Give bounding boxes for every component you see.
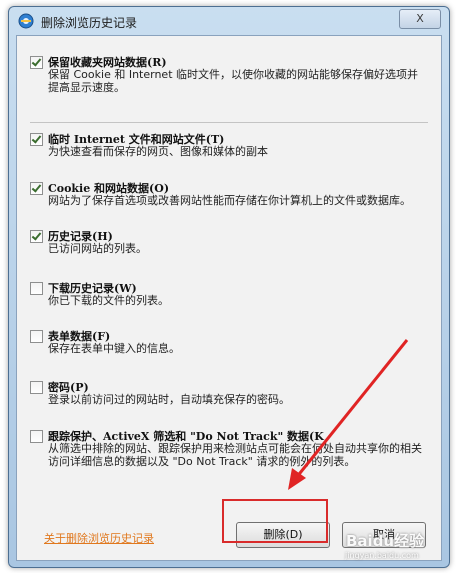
highlight-box xyxy=(222,499,328,543)
tracking-protection-checkbox[interactable] xyxy=(30,430,43,443)
delete-history-dialog: 删除浏览历史记录 X 保留收藏夹网站数据(R) 保留 Cookie 和 Inte… xyxy=(8,6,450,568)
history-checkbox[interactable] xyxy=(30,230,43,243)
option-description: 已访问网站的列表。 xyxy=(48,242,147,255)
dialog-body: 保留收藏夹网站数据(R) 保留 Cookie 和 Internet 临时文件，以… xyxy=(16,35,442,561)
form-data-checkbox[interactable] xyxy=(30,330,43,343)
temp-files-checkbox[interactable] xyxy=(30,133,43,146)
option-description: 保留 Cookie 和 Internet 临时文件，以使你收藏的网站能够保存偏好… xyxy=(48,68,418,94)
download-history-checkbox[interactable] xyxy=(30,282,43,295)
option-description: 登录以前访问过的网站时，自动填充保存的密码。 xyxy=(48,393,290,406)
close-button[interactable]: X xyxy=(399,9,441,29)
title-bar: 删除浏览历史记录 X xyxy=(9,7,449,35)
help-link[interactable]: 关于删除浏览历史记录 xyxy=(44,530,154,546)
option-description: 从筛选中排除的网站、跟踪保护用来检测站点可能会在何处自动共享你的相关访问详细信息… xyxy=(48,442,422,468)
watermark: Baidu经验 xyxy=(346,532,425,550)
watermark-url: jingyan.baidu.com xyxy=(345,551,419,560)
passwords-checkbox[interactable] xyxy=(30,381,43,394)
option-description: 网站为了保存首选项或改善网站性能而存储在你计算机上的文件或数据库。 xyxy=(48,194,411,207)
window-title: 删除浏览历史记录 xyxy=(41,16,138,30)
separator xyxy=(30,122,428,123)
option-description: 为快速查看而保存的网页、图像和媒体的副本 xyxy=(48,145,268,158)
option-description: 保存在表单中键入的信息。 xyxy=(48,342,180,355)
ie-app-icon xyxy=(18,13,34,29)
preserve-favorites-checkbox[interactable] xyxy=(30,56,43,69)
cookies-checkbox[interactable] xyxy=(30,182,43,195)
option-description: 你已下载的文件的列表。 xyxy=(48,294,169,307)
